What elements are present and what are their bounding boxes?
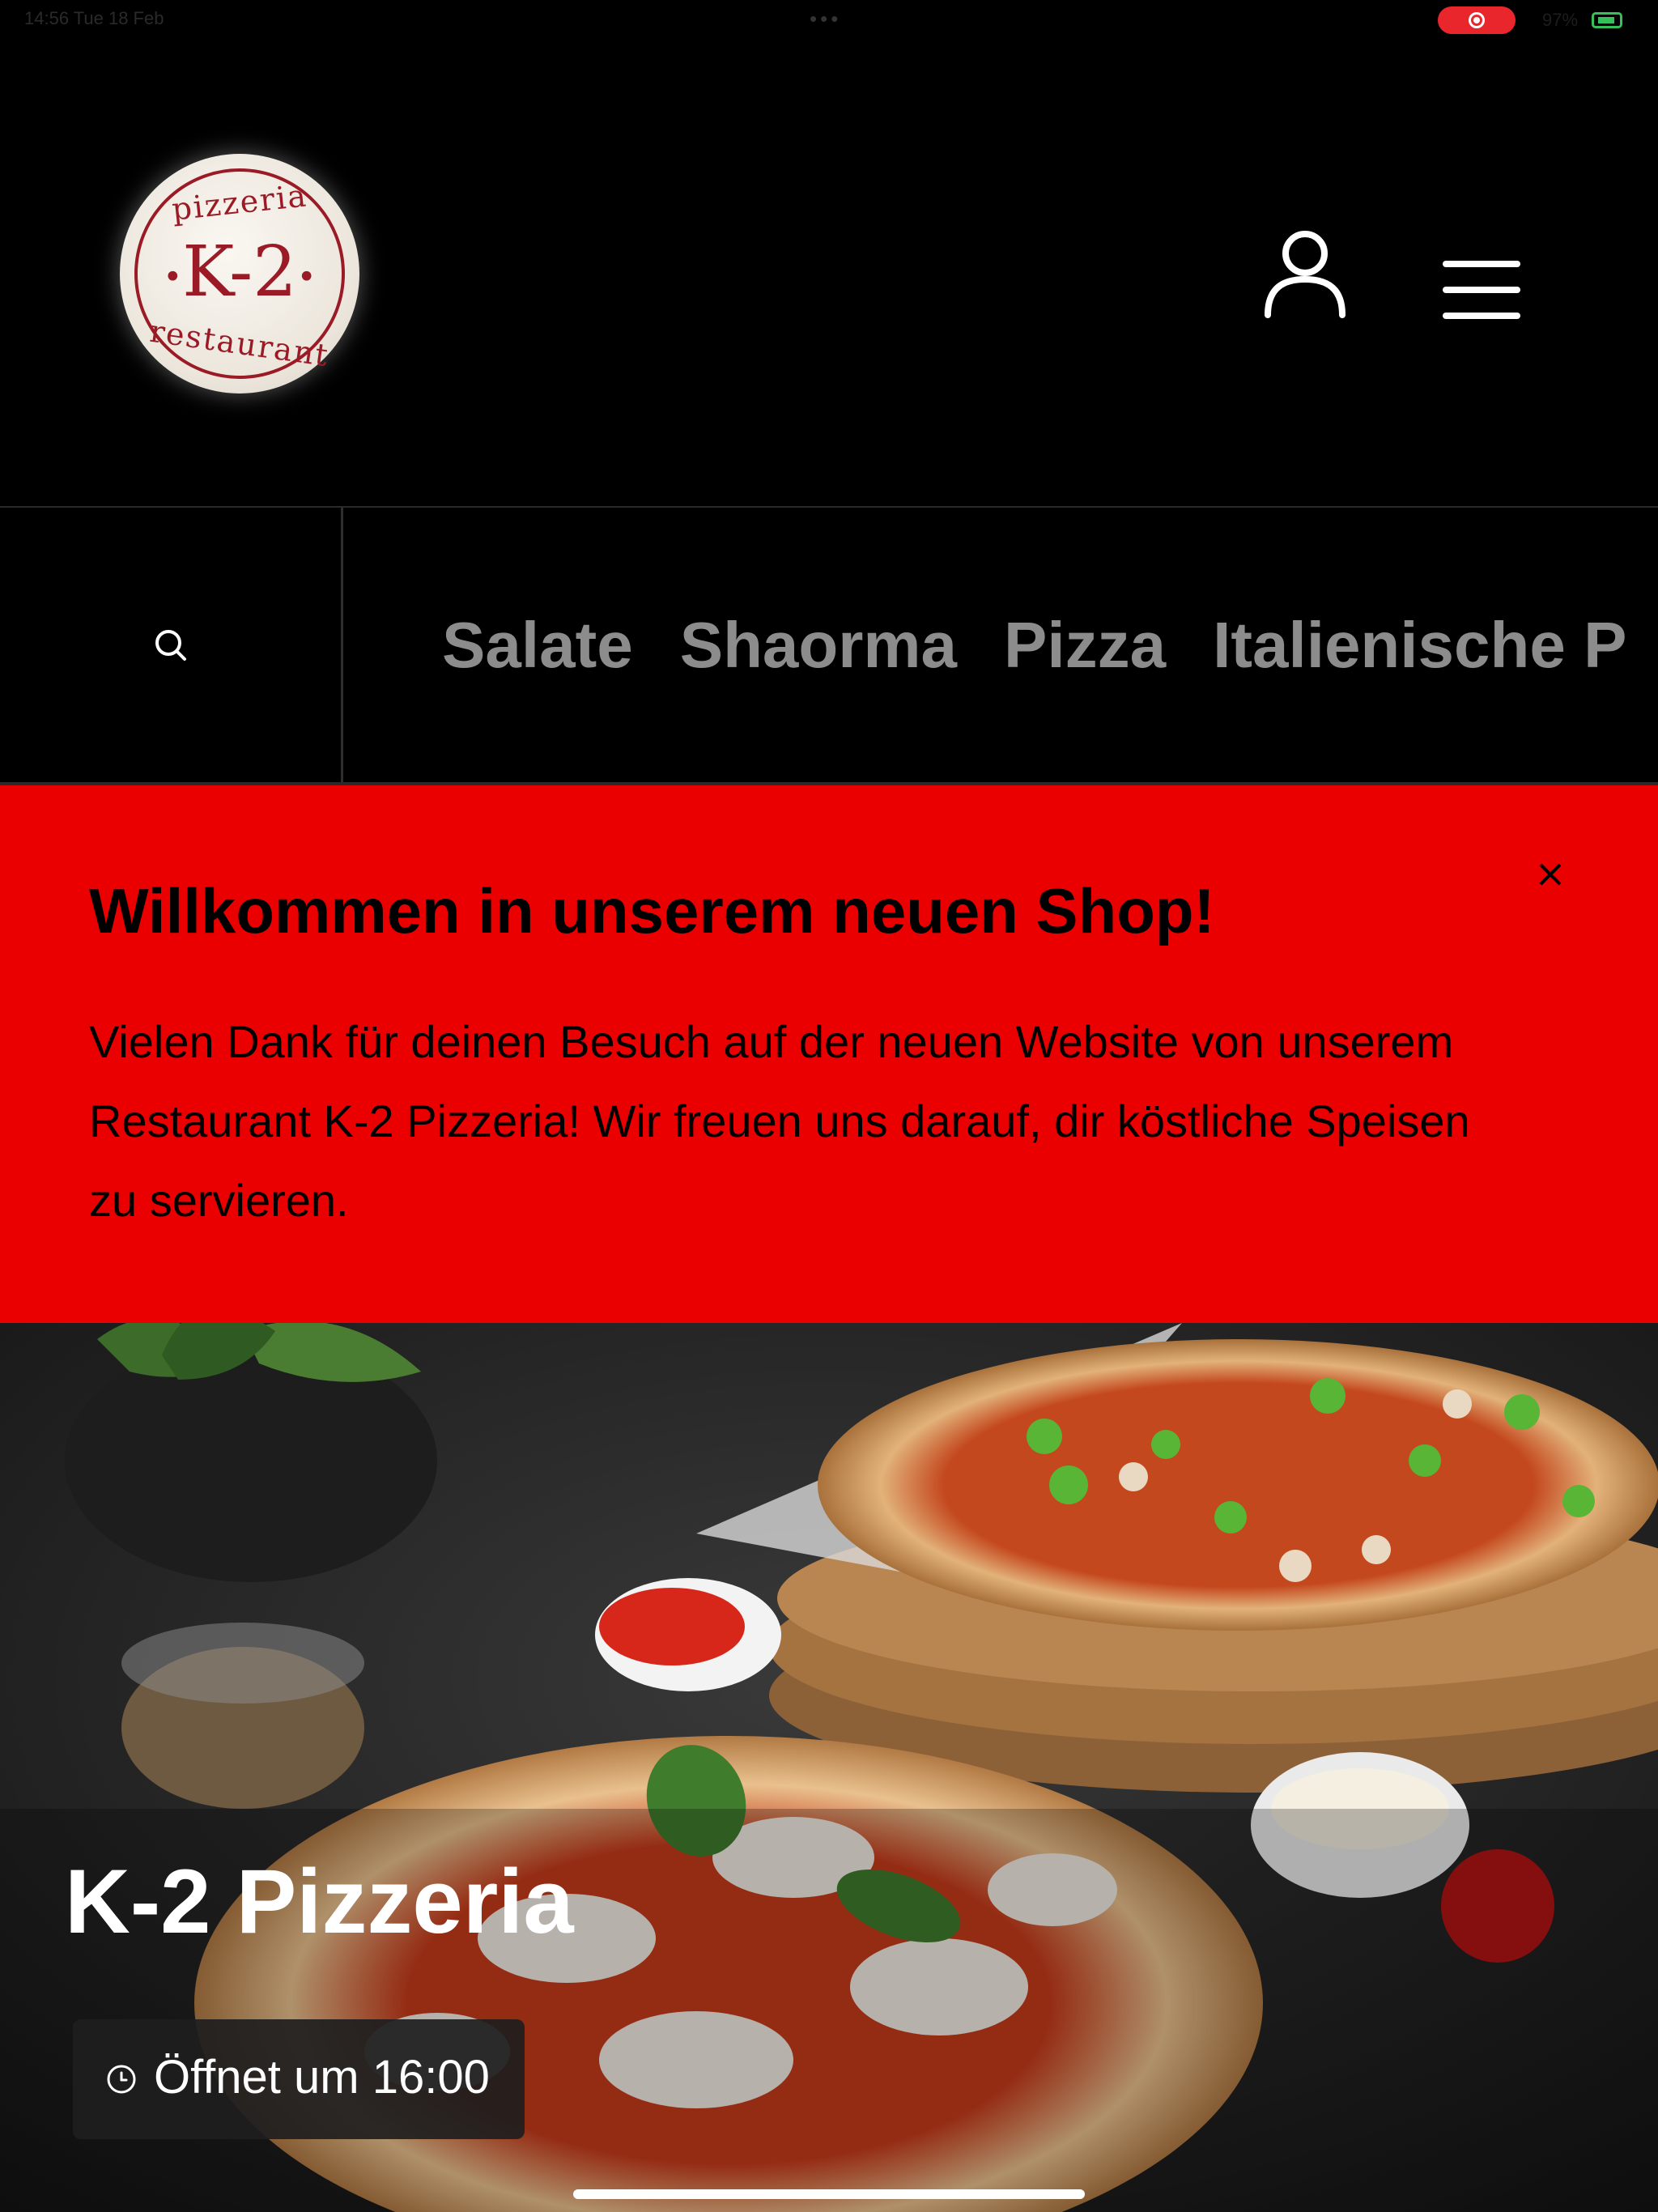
welcome-text: Vielen Dank für deinen Besuch auf der ne…	[89, 1016, 1470, 1226]
status-bar: 14:56 Tue 18 Feb ••• 97%	[0, 0, 1658, 40]
search-button[interactable]	[0, 508, 343, 782]
menu-line-middle	[1443, 287, 1520, 293]
close-icon	[1539, 863, 1562, 886]
welcome-title: Willkommen in unserem neuen Shop!	[89, 875, 1215, 946]
site-header: pizzeria •K-2• restaurant	[0, 40, 1658, 506]
restaurant-name: K-2 Pizzeria	[65, 1851, 574, 1952]
account-button[interactable]	[1256, 225, 1354, 322]
record-icon	[1469, 12, 1485, 28]
k2-pizzeria-logo[interactable]: pizzeria •K-2• restaurant	[120, 154, 359, 393]
category-nav: Salate Shaorma Pizza Italienische P	[0, 506, 1658, 785]
multitasking-dots[interactable]: •••	[810, 6, 841, 32]
category-pizza[interactable]: Pizza	[1004, 608, 1166, 683]
battery-icon	[1592, 12, 1622, 28]
hamburger-menu-button[interactable]	[1433, 259, 1530, 340]
search-icon	[155, 629, 186, 661]
battery-percentage: 97%	[1542, 10, 1579, 30]
opening-hours-text: Öffnet um 16:00	[154, 2051, 490, 2104]
menu-line-top	[1443, 261, 1520, 267]
status-time-date: 14:56 Tue 18 Feb	[24, 8, 164, 28]
screen-recording-indicator[interactable]	[1438, 6, 1516, 34]
category-italienische[interactable]: Italienische P	[1213, 608, 1626, 683]
category-shaorma[interactable]: Shaorma	[680, 608, 957, 683]
welcome-banner: Willkommen in unserem neuen Shop! Vielen…	[0, 785, 1658, 1323]
clock-icon	[107, 2065, 136, 2094]
welcome-close-button[interactable]	[1526, 850, 1575, 899]
home-indicator[interactable]	[573, 2189, 1085, 2199]
menu-line-bottom	[1443, 313, 1520, 319]
opening-hours-badge: Öffnet um 16:00	[73, 2019, 525, 2139]
category-list: Salate Shaorma Pizza Italienische P	[442, 508, 1658, 782]
category-salate[interactable]: Salate	[442, 608, 633, 683]
logo-main-text: •K-2•	[163, 232, 317, 313]
hero-section: K-2 Pizzeria Öffnet um 16:00	[0, 1323, 1658, 2212]
user-icon	[1265, 231, 1346, 318]
